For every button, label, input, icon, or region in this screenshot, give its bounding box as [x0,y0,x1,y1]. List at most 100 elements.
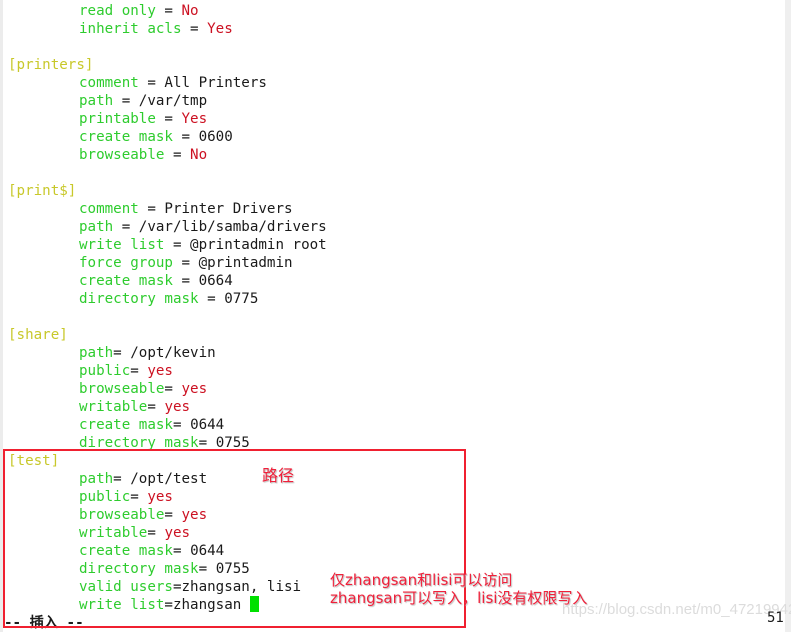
config-line: writable= yes [8,524,327,542]
config-line: create mask = 0664 [8,272,327,290]
annotation-path: 路径 [262,466,295,485]
config-key: directory mask [79,435,199,451]
config-separator: = [198,291,225,307]
config-value: zhangsan [172,597,250,613]
config-separator: = [164,147,191,163]
section-header: [share] [8,326,327,344]
config-separator: = [172,579,182,595]
config-separator: = [181,21,208,37]
section-name: [print$] [8,183,77,199]
config-key: create mask [79,417,173,433]
config-value: @printadmin [198,255,293,271]
config-value: yes [147,489,173,505]
config-line: create mask= 0644 [8,416,327,434]
config-value: /var/tmp [138,93,208,109]
config-key: write list [79,597,165,613]
config-separator: = [164,597,173,613]
config-line: comment = All Printers [8,74,327,92]
config-key: browseable [79,381,165,397]
config-key: force group [79,255,173,271]
config-key: public [79,489,131,505]
config-key: create mask [79,129,173,145]
config-separator: = [164,237,191,253]
config-separator: = [172,255,199,271]
section-name: [printers] [8,57,94,73]
config-line: printable = Yes [8,110,327,128]
config-key: directory mask [79,291,199,307]
config-value: yes [164,399,191,415]
config-line: browseable= yes [8,380,327,398]
config-separator: = [172,273,199,289]
config-value: @printadmin root [190,237,327,253]
config-value: 0664 [198,273,233,289]
config-key: writable [79,525,148,541]
vim-editor[interactable]: read only = No inherit acls = Yes [printe… [4,2,327,632]
section-name: [test] [8,453,60,469]
section-name: [share] [8,327,68,343]
config-key: write list [79,237,165,253]
config-separator: = [113,471,131,487]
section-header: [print$] [8,182,327,200]
config-value: /var/lib/samba/drivers [138,219,327,235]
config-line: write list=zhangsan [8,596,327,614]
config-value: 0644 [190,417,225,433]
config-separator: = [147,399,165,415]
config-value: No [181,3,199,19]
config-value: /opt/test [130,471,208,487]
config-value: 0775 [224,291,259,307]
text-cursor [249,596,259,612]
config-separator: = [155,111,182,127]
config-key: path [79,93,114,109]
config-key: browseable [79,147,165,163]
config-key: directory mask [79,561,199,577]
config-line: read only = No [8,2,327,20]
config-value: Printer Drivers [164,201,293,217]
config-line: valid users=zhangsan, lisi [8,578,327,596]
section-header: [printers] [8,56,327,74]
annotation-access: 仅zhangsan和lisi可以访问 [330,571,513,589]
config-line: directory mask = 0775 [8,290,327,308]
config-key: valid users [79,579,173,595]
config-key: inherit acls [79,21,182,37]
config-separator: = [130,489,148,505]
config-key: create mask [79,273,173,289]
config-value: 0644 [190,543,225,559]
config-separator: = [198,561,216,577]
config-value: zhangsan, lisi [181,579,302,595]
config-line: browseable = No [8,146,327,164]
config-value: Yes [181,111,208,127]
config-separator: = [172,129,199,145]
config-key: printable [79,111,156,127]
config-line: path= /opt/kevin [8,344,327,362]
config-separator: = [138,75,165,91]
config-separator: = [164,507,182,523]
watermark: https://blog.csdn.net/m0_47219942 [562,601,791,618]
config-line: force group = @printadmin [8,254,327,272]
config-value: 0600 [198,129,233,145]
config-separator: = [113,345,131,361]
config-key: comment [79,75,139,91]
config-key: writable [79,399,148,415]
config-line: directory mask= 0755 [8,560,327,578]
annotation-write: zhangsan可以写入，lisi没有权限写入 [330,589,588,607]
config-line: path = /var/tmp [8,92,327,110]
config-key: path [79,219,114,235]
config-key: path [79,471,114,487]
config-line: writable= yes [8,398,327,416]
config-line: public= yes [8,488,327,506]
config-line: write list = @printadmin root [8,236,327,254]
config-value: yes [164,525,191,541]
config-separator: = [147,525,165,541]
config-value: yes [181,381,208,397]
config-key: public [79,363,131,379]
config-separator: = [155,3,182,19]
config-separator: = [172,417,191,433]
config-value: No [190,147,208,163]
config-value: 0755 [215,435,250,451]
config-key: create mask [79,543,173,559]
scrollbar[interactable] [785,0,791,632]
config-separator: = [164,381,182,397]
config-separator: = [113,93,139,109]
config-value: 0755 [215,561,250,577]
